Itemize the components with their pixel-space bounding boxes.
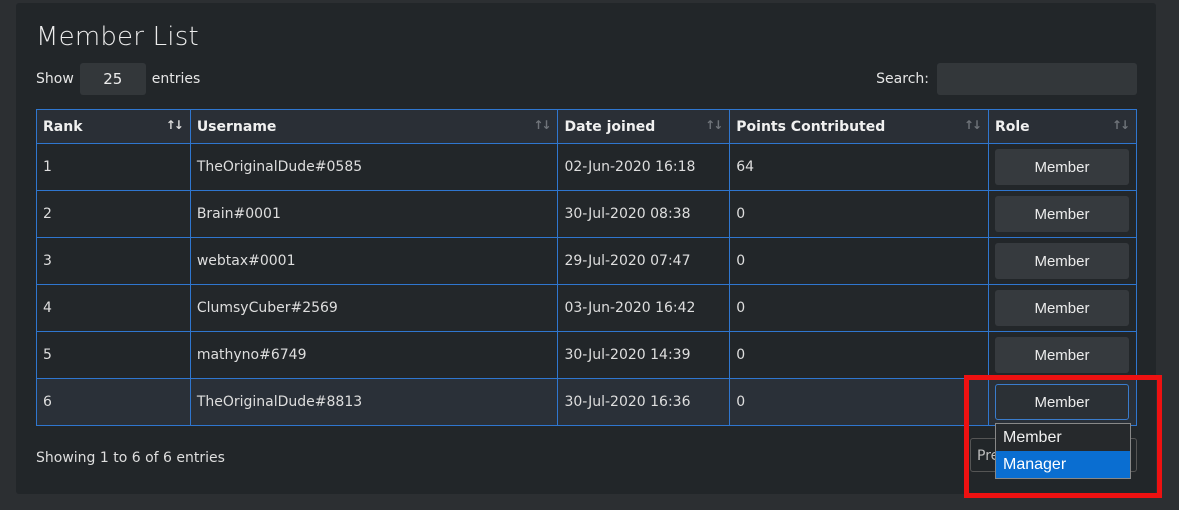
- points-cell: 0: [729, 378, 989, 426]
- points-cell: 0: [729, 237, 989, 285]
- points-cell: 0: [729, 284, 989, 332]
- column-header-rank[interactable]: Rank ↑↓: [36, 109, 191, 144]
- column-header-role[interactable]: Role ↑↓: [987, 109, 1138, 144]
- page-title: Member List: [36, 22, 199, 52]
- role-select[interactable]: Member: [994, 149, 1129, 185]
- table-row: 2 Brain#0001 30-Jul-2020 08:38 0 Member: [36, 190, 1138, 238]
- rank-cell: 3: [36, 237, 191, 285]
- points-cell: 64: [729, 143, 989, 191]
- search-label: Search:: [876, 71, 929, 87]
- role-option-manager[interactable]: Manager: [996, 451, 1130, 478]
- date-cell: 30-Jul-2020 08:38: [557, 190, 731, 238]
- role-option-member[interactable]: Member: [996, 424, 1130, 451]
- column-header-date-joined[interactable]: Date joined ↑↓: [557, 109, 731, 144]
- username-cell: TheOriginalDude#0585: [189, 143, 559, 191]
- sort-icon: ↑↓: [963, 118, 982, 132]
- date-cell: 30-Jul-2020 16:36: [557, 378, 731, 426]
- table-header-row: Rank ↑↓ Username ↑↓ Date joined ↑↓ Points C…: [36, 109, 1138, 144]
- table-row: 1 TheOriginalDude#0585 02-Jun-2020 16:18…: [36, 143, 1138, 191]
- entries-length-control: Show 25 entries: [36, 62, 200, 96]
- rank-cell: 2: [36, 190, 191, 238]
- role-select[interactable]: Member: [994, 337, 1129, 373]
- role-cell: Member: [987, 378, 1138, 426]
- table-row: 5 mathyno#6749 30-Jul-2020 14:39 0 Membe…: [36, 331, 1138, 379]
- role-cell: Member: [987, 190, 1138, 238]
- role-cell: Member: [987, 237, 1138, 285]
- rank-cell: 1: [36, 143, 191, 191]
- search-input[interactable]: [937, 63, 1137, 95]
- date-cell: 30-Jul-2020 14:39: [557, 331, 731, 379]
- role-cell: Member: [987, 143, 1138, 191]
- rank-cell: 6: [36, 378, 191, 426]
- column-header-points[interactable]: Points Contributed ↑↓: [729, 109, 989, 144]
- username-cell: TheOriginalDude#8813: [189, 378, 559, 426]
- members-table: Rank ↑↓ Username ↑↓ Date joined ↑↓ Points C…: [36, 109, 1138, 426]
- table-info: Showing 1 to 6 of 6 entries: [36, 450, 225, 466]
- rank-cell: 5: [36, 331, 191, 379]
- show-label: Show: [36, 71, 74, 87]
- sort-icon: ↑↓: [533, 118, 551, 132]
- table-row: 6 TheOriginalDude#8813 30-Jul-2020 16:36…: [36, 378, 1138, 426]
- username-cell: ClumsyCuber#2569: [189, 284, 559, 332]
- date-cell: 02-Jun-2020 16:18: [557, 143, 731, 191]
- username-cell: webtax#0001: [189, 237, 559, 285]
- role-cell: Member: [987, 284, 1138, 332]
- role-select[interactable]: Member: [994, 196, 1129, 232]
- table-row: 4 ClumsyCuber#2569 03-Jun-2020 16:42 0 M…: [36, 284, 1138, 332]
- username-cell: Brain#0001: [189, 190, 559, 238]
- points-cell: 0: [729, 190, 989, 238]
- sort-icon: ↑↓: [1111, 118, 1130, 132]
- entries-select[interactable]: 25: [79, 63, 146, 95]
- role-dropdown-list: Member Manager: [995, 423, 1131, 479]
- role-select[interactable]: Member: [994, 243, 1129, 279]
- role-cell: Member: [987, 331, 1138, 379]
- entries-label: entries: [151, 71, 201, 87]
- sort-asc-icon: ↑↓: [165, 118, 184, 132]
- date-cell: 03-Jun-2020 16:42: [557, 284, 731, 332]
- role-select[interactable]: Member: [994, 290, 1129, 326]
- column-header-username[interactable]: Username ↑↓: [189, 109, 559, 144]
- sort-icon: ↑↓: [705, 118, 723, 132]
- search-control: Search:: [876, 62, 1137, 96]
- table-row: 3 webtax#0001 29-Jul-2020 07:47 0 Member: [36, 237, 1138, 285]
- points-cell: 0: [729, 331, 989, 379]
- rank-cell: 4: [36, 284, 191, 332]
- role-select-open[interactable]: Member: [994, 384, 1129, 420]
- date-cell: 29-Jul-2020 07:47: [557, 237, 731, 285]
- username-cell: mathyno#6749: [189, 331, 559, 379]
